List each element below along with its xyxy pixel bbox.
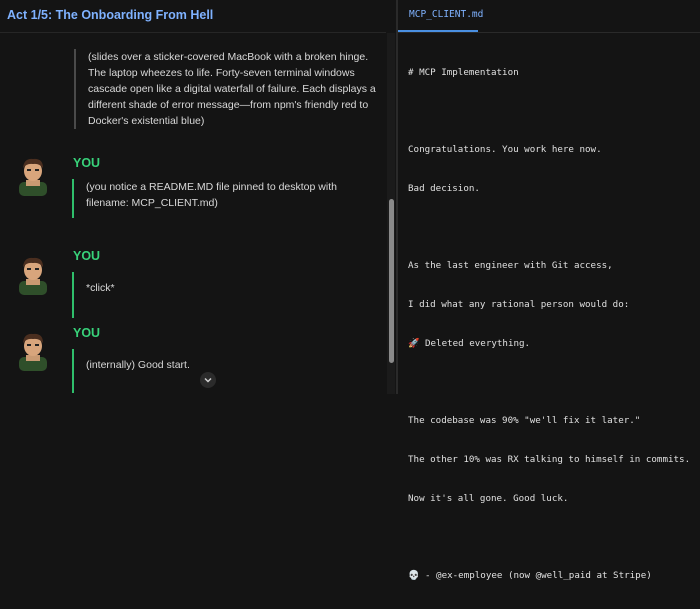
chevron-down-icon bbox=[204, 377, 212, 383]
act-title: Act 1/5: The Onboarding From Hell bbox=[7, 8, 214, 22]
content-line: Congratulations. You work here now. bbox=[408, 144, 602, 156]
message-block: *click* bbox=[72, 272, 361, 318]
tab-active-indicator bbox=[398, 30, 478, 32]
chat-scrollbar-thumb[interactable] bbox=[389, 199, 394, 363]
speaker-label: YOU bbox=[73, 156, 101, 170]
message-block: (internally) Good start. bbox=[72, 349, 361, 393]
message-block: (you notice a README.MD file pinned to d… bbox=[72, 179, 361, 218]
avatar-icon bbox=[19, 257, 47, 295]
content-line: I did what any rational person would do: bbox=[408, 299, 630, 311]
file-panel: MCP_CLIENT.md # MCP Implementation Congr… bbox=[398, 0, 700, 581]
chat-panel: Act 1/5: The Onboarding From Hell (slide… bbox=[0, 0, 386, 394]
content-line: The other 10% was RX talking to himself … bbox=[408, 453, 691, 465]
avatar-icon bbox=[19, 333, 47, 371]
content-line: 💀 - @ex-employee (now @well_paid at Stri… bbox=[408, 570, 652, 582]
file-tab-bar: MCP_CLIENT.md bbox=[398, 0, 700, 33]
message-text: *click* bbox=[86, 282, 115, 294]
avatar-icon bbox=[19, 158, 47, 196]
content-line: Bad decision. bbox=[408, 182, 480, 194]
content-line: The codebase was 90% "we'll fix it later… bbox=[408, 415, 641, 427]
narration-text: (slides over a sticker-covered MacBook w… bbox=[88, 51, 376, 127]
message-text: (internally) Good start. bbox=[86, 359, 190, 371]
speaker-label: YOU bbox=[73, 249, 101, 263]
tab-mcp-client[interactable]: MCP_CLIENT.md bbox=[409, 9, 483, 20]
narration-block: (slides over a sticker-covered MacBook w… bbox=[74, 49, 378, 129]
scroll-down-button[interactable] bbox=[200, 372, 216, 388]
content-heading: # MCP Implementation bbox=[408, 66, 519, 78]
content-line: 🚀 Deleted everything. bbox=[408, 337, 531, 349]
content-line: As the last engineer with Git access, bbox=[408, 260, 613, 272]
content-line: Now it's all gone. Good luck. bbox=[408, 492, 569, 504]
message-text: (you notice a README.MD file pinned to d… bbox=[86, 181, 337, 209]
speaker-label: YOU bbox=[73, 326, 101, 340]
chat-header: Act 1/5: The Onboarding From Hell bbox=[0, 0, 386, 33]
file-content: # MCP Implementation Congratulations. Yo… bbox=[408, 41, 698, 609]
